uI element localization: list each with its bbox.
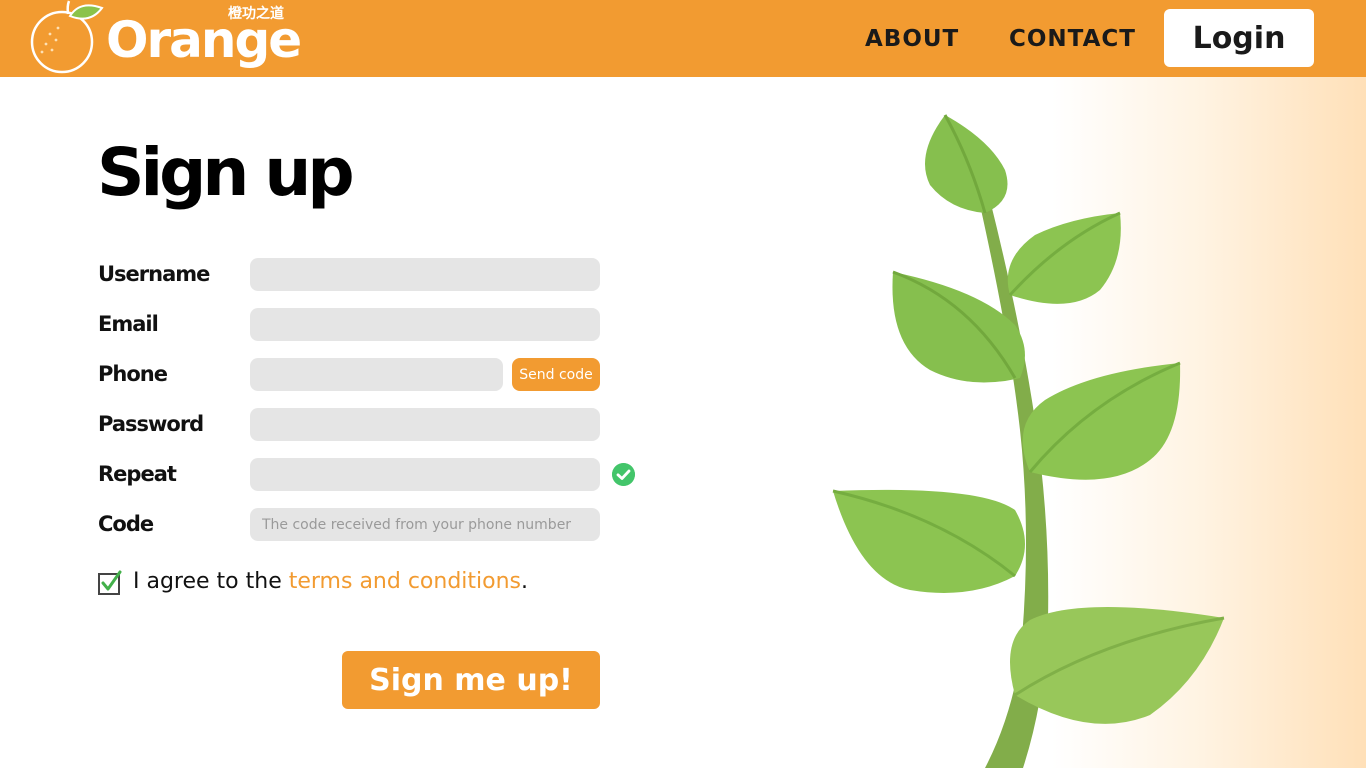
phone-input[interactable]	[250, 358, 503, 391]
agree-suffix: .	[521, 569, 529, 594]
login-button[interactable]: Login	[1164, 9, 1314, 67]
logo[interactable]: Orange 橙功之道	[28, 0, 302, 75]
nav-about-link[interactable]: ABOUT	[865, 26, 959, 52]
checkbox-checked-icon[interactable]	[98, 570, 122, 596]
check-circle-icon	[612, 463, 635, 486]
phone-row: Phone Send code	[98, 358, 658, 392]
agree-prefix: I agree to the	[133, 569, 289, 594]
username-input[interactable]	[250, 258, 600, 291]
nav-contact-link[interactable]: CONTACT	[1009, 26, 1136, 52]
email-input[interactable]	[250, 308, 600, 341]
email-row: Email	[98, 308, 658, 342]
phone-label: Phone	[98, 362, 168, 386]
send-code-button[interactable]: Send code	[512, 358, 600, 391]
top-navbar: Orange 橙功之道 ABOUT CONTACT Login	[0, 0, 1366, 77]
page-title: Sign up	[97, 134, 355, 211]
terms-link[interactable]: terms and conditions	[289, 569, 521, 594]
repeat-password-input[interactable]	[250, 458, 600, 491]
password-input[interactable]	[250, 408, 600, 441]
orange-fruit-icon	[30, 0, 104, 74]
sign-up-button[interactable]: Sign me up!	[342, 651, 600, 709]
code-label: Code	[98, 512, 154, 536]
code-row: Code	[98, 508, 658, 542]
username-row: Username	[98, 258, 658, 292]
plant-leaves-icon	[832, 114, 1225, 768]
logo-subtitle: 橙功之道	[228, 6, 284, 22]
email-label: Email	[98, 312, 159, 336]
password-label: Password	[98, 412, 204, 436]
verification-code-input[interactable]	[250, 508, 600, 541]
repeat-row: Repeat	[98, 458, 658, 492]
agree-text: I agree to the terms and conditions.	[133, 569, 528, 594]
password-row: Password	[98, 408, 658, 442]
repeat-label: Repeat	[98, 462, 177, 486]
username-label: Username	[98, 262, 210, 286]
